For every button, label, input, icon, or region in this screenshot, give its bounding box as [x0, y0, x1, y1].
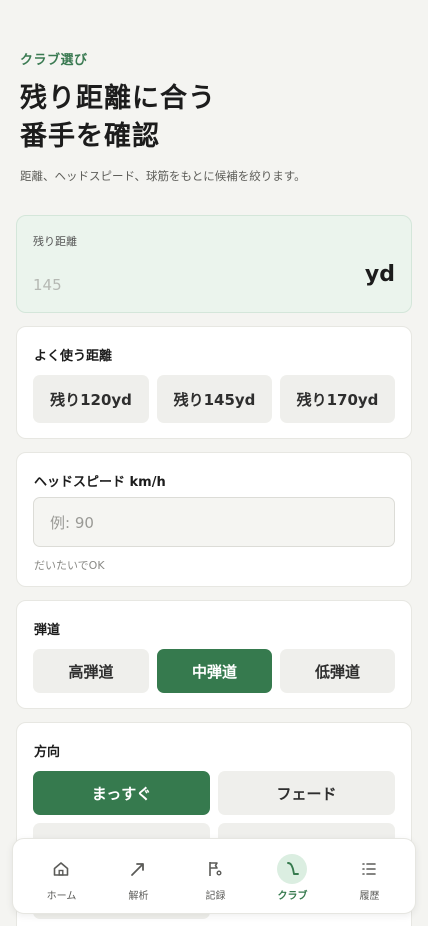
list-icon [354, 854, 384, 884]
trend-arrow-icon [123, 854, 153, 884]
head-speed-card: ヘッドスピード km/h 例: 90 だいたいでOK [16, 452, 412, 587]
tab-record[interactable]: 記録 [177, 839, 254, 915]
tab-record-label: 記録 [205, 891, 226, 902]
home-icon [46, 854, 76, 884]
head-speed-hint: だいたいでOK [34, 559, 105, 572]
tab-home-label: ホーム [46, 891, 77, 902]
golf-club-icon [277, 854, 307, 884]
trajectory-card: 弾道 高弾道 中弾道 低弾道 [16, 600, 412, 709]
page-title-line-2: 番手を確認 [20, 121, 160, 152]
tab-club[interactable]: クラブ [254, 839, 331, 915]
page-title-line-1: 残り距離に合う [20, 83, 216, 114]
head-speed-label: ヘッドスピード km/h [34, 475, 166, 490]
tab-club-label: クラブ [277, 891, 308, 902]
tab-home[interactable]: ホーム [23, 839, 100, 915]
distance-label: 残り距離 [33, 235, 77, 248]
distance-input-card[interactable]: 残り距離 145 yd [16, 215, 412, 313]
tab-analysis-label: 解析 [128, 891, 149, 902]
page-subtitle: 距離、ヘッドスピード、球筋をもとに候補を絞ります。 [20, 169, 306, 183]
frequent-distance-120-button[interactable]: 残り120yd [33, 375, 149, 423]
trajectory-high-button[interactable]: 高弾道 [33, 649, 149, 693]
direction-fade-button[interactable]: フェード [218, 771, 395, 815]
bottom-tab-bar: ホーム 解析 記録 クラブ 履歴 [12, 838, 416, 914]
distance-input[interactable]: 145 [33, 276, 62, 294]
frequent-distance-170-button[interactable]: 残り170yd [280, 375, 395, 423]
frequent-distance-card: よく使う距離 残り120yd 残り145yd 残り170yd [16, 326, 412, 439]
tab-analysis[interactable]: 解析 [100, 839, 177, 915]
tab-history[interactable]: 履歴 [331, 839, 408, 915]
frequent-distance-145-button[interactable]: 残り145yd [157, 375, 272, 423]
club-selection-screen: クラブ選び 残り距離に合う 番手を確認 距離、ヘッドスピード、球筋をもとに候補を… [0, 0, 428, 926]
distance-unit: yd [364, 262, 395, 287]
trajectory-label: 弾道 [34, 623, 61, 638]
direction-straight-button[interactable]: まっすぐ [33, 771, 210, 815]
head-speed-input[interactable]: 例: 90 [33, 497, 395, 547]
frequent-distance-label: よく使う距離 [34, 349, 113, 364]
flag-icon [200, 854, 230, 884]
page-title: 残り距離に合う 番手を確認 [20, 80, 216, 156]
tab-history-label: 履歴 [359, 891, 380, 902]
direction-label: 方向 [34, 745, 61, 760]
section-eyebrow: クラブ選び [20, 53, 88, 68]
trajectory-low-button[interactable]: 低弾道 [280, 649, 395, 693]
trajectory-mid-button[interactable]: 中弾道 [157, 649, 272, 693]
